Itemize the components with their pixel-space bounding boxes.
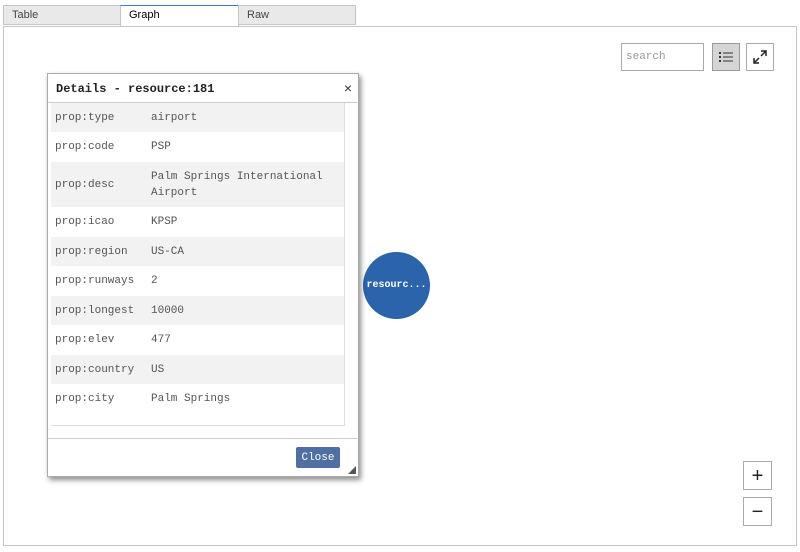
property-key: prop:type (55, 111, 115, 124)
property-key: prop:runways (55, 275, 135, 287)
property-row: prop:elev 477 (51, 325, 344, 355)
property-value: Palm Springs (151, 393, 231, 405)
property-row: prop:longest 10000 (51, 296, 344, 325)
expand-icon (753, 50, 767, 64)
tab-table[interactable]: Table (3, 5, 121, 25)
property-key: prop:longest (55, 304, 135, 317)
tab-raw[interactable]: Raw (238, 5, 356, 25)
property-row: prop:runways 2 (51, 266, 344, 296)
details-dialog: Details - resource:181 × prop:type airpor… (47, 73, 359, 477)
property-value: KPSP (151, 216, 178, 228)
property-value: US-CA (151, 245, 185, 258)
property-value: PSP (151, 141, 171, 153)
property-list: prop:type airport prop:code PSP prop:desc P… (51, 103, 345, 426)
list-icon (719, 52, 733, 62)
property-key: prop:icao (55, 216, 115, 228)
property-row: prop:type airport (51, 103, 344, 132)
resize-handle-icon[interactable] (348, 466, 356, 474)
property-value: Palm Springs International Airport (151, 170, 323, 199)
property-row: prop:region US-CA (51, 237, 344, 266)
close-button[interactable]: Close (296, 447, 340, 468)
property-row: prop:desc Palm Springs International Airp… (51, 162, 344, 207)
plus-icon: + (751, 464, 764, 487)
property-row: prop:country US (51, 355, 344, 384)
property-value: airport (151, 111, 198, 124)
property-value: 477 (151, 334, 171, 346)
zoom-in-button[interactable]: + (743, 461, 772, 490)
property-row: prop:icao KPSP (51, 207, 344, 237)
graph-node[interactable]: resourc... (363, 252, 430, 319)
property-row: prop:code PSP (51, 132, 344, 162)
property-value: 2 (151, 275, 158, 287)
property-key: prop:code (55, 141, 115, 153)
property-key: prop:region (55, 245, 128, 258)
property-value: 10000 (151, 304, 185, 317)
property-value: US (151, 363, 165, 376)
zoom-out-button[interactable]: − (743, 497, 772, 526)
list-toggle-button[interactable] (712, 43, 740, 71)
minus-icon: − (751, 500, 764, 523)
property-row: prop:city Palm Springs (51, 384, 344, 414)
tab-graph[interactable]: Graph (120, 5, 239, 27)
property-key: prop:city (55, 393, 115, 405)
search-input[interactable] (621, 43, 704, 71)
property-key: prop:country (55, 363, 135, 376)
property-key: prop:desc (55, 178, 115, 191)
fullscreen-button[interactable] (746, 43, 774, 71)
dialog-title: Details - resource:181 (56, 82, 215, 96)
dialog-close-icon[interactable]: × (344, 80, 352, 96)
property-key: prop:elev (55, 334, 115, 346)
